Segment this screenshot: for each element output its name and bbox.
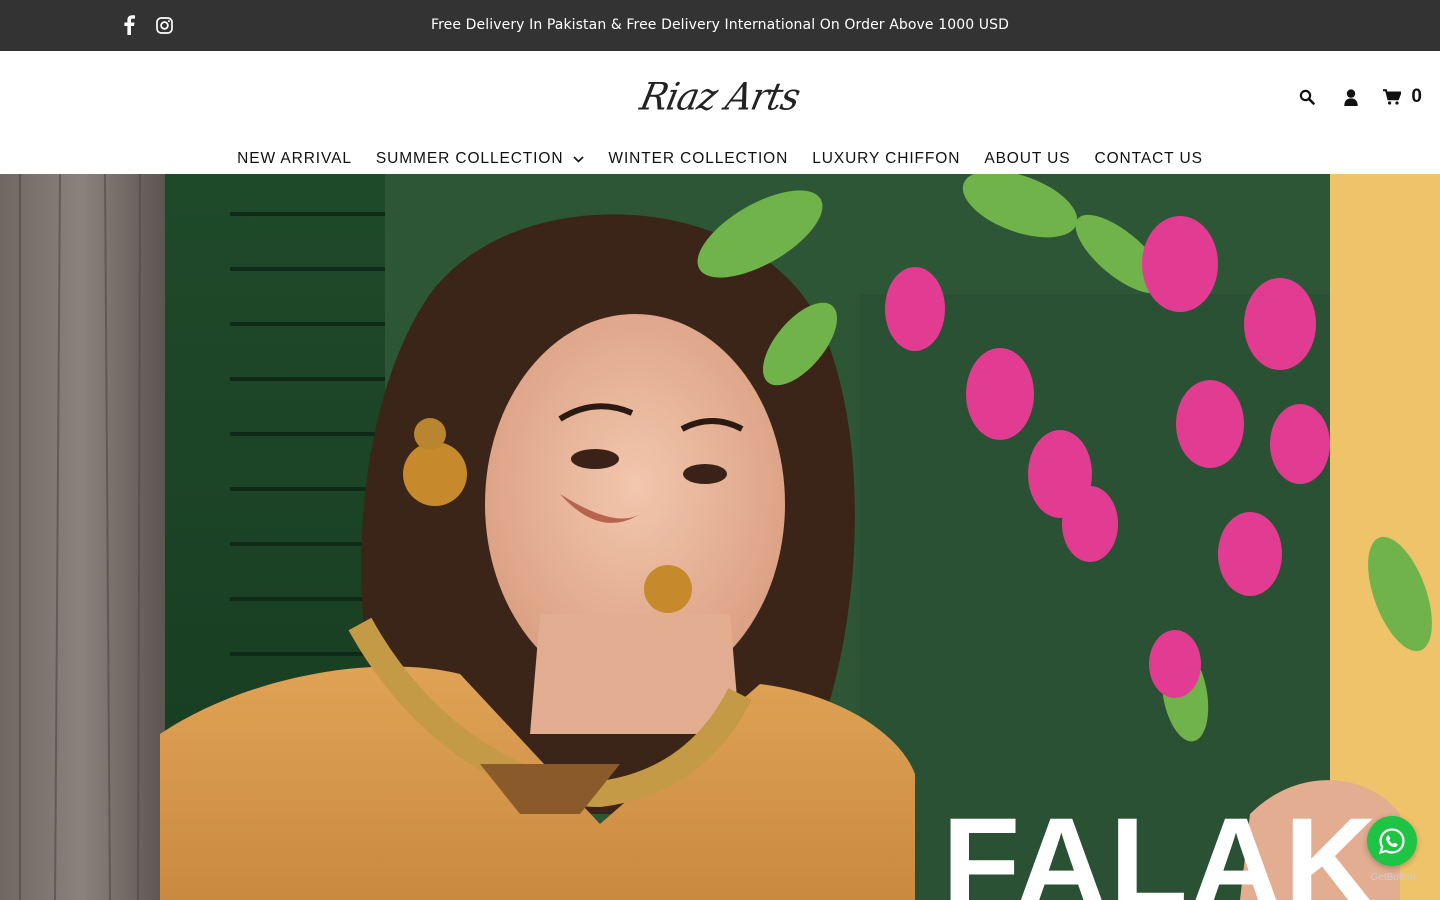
hero-banner[interactable]: FALAK bbox=[0, 174, 1440, 900]
nav-new-arrival[interactable]: NEW ARRIVAL bbox=[225, 150, 364, 168]
cart-icon bbox=[1383, 89, 1402, 105]
whatsapp-icon bbox=[1378, 827, 1406, 855]
header-actions: 0 bbox=[1285, 83, 1422, 111]
announcement-text: Free Delivery In Pakistan & Free Deliver… bbox=[431, 17, 1009, 33]
social-links bbox=[118, 13, 175, 37]
nav-label: SUMMER COLLECTION bbox=[375, 150, 564, 167]
whatsapp-button[interactable] bbox=[1367, 816, 1417, 866]
logo-text: Riaz Arts bbox=[636, 75, 804, 119]
facebook-icon[interactable] bbox=[118, 13, 140, 37]
nav-luxury-chiffon[interactable]: LUXURY CHIFFON bbox=[800, 150, 972, 168]
chevron-down-icon bbox=[573, 155, 584, 163]
cart-count: 0 bbox=[1411, 86, 1422, 107]
site-logo[interactable]: Riaz Arts bbox=[637, 69, 804, 125]
site-header: Riaz Arts 0 NEW ARRIVAL SUMMER COLLECTIO… bbox=[0, 51, 1440, 174]
nav-label: LUXURY CHIFFON bbox=[812, 150, 961, 167]
main-nav: NEW ARRIVAL SUMMER COLLECTION WINTER COL… bbox=[0, 145, 1440, 173]
announcement-bar: Free Delivery In Pakistan & Free Deliver… bbox=[0, 0, 1440, 51]
nav-summer-collection[interactable]: SUMMER COLLECTION bbox=[364, 150, 597, 168]
cart-button[interactable]: 0 bbox=[1383, 86, 1422, 108]
nav-label: WINTER COLLECTION bbox=[608, 150, 789, 167]
nav-about-us[interactable]: ABOUT US bbox=[972, 150, 1082, 168]
nav-contact-us[interactable]: CONTACT US bbox=[1082, 150, 1214, 168]
getbutton-credit[interactable]: GetButton bbox=[1360, 872, 1426, 883]
user-icon[interactable] bbox=[1329, 83, 1373, 111]
nav-winter-collection[interactable]: WINTER COLLECTION bbox=[596, 150, 800, 168]
search-icon[interactable] bbox=[1285, 83, 1329, 111]
nav-label: ABOUT US bbox=[984, 150, 1071, 167]
instagram-icon[interactable] bbox=[153, 13, 175, 37]
nav-label: NEW ARRIVAL bbox=[237, 150, 352, 167]
hero-title: FALAK bbox=[942, 792, 1379, 900]
nav-label: CONTACT US bbox=[1094, 150, 1203, 167]
